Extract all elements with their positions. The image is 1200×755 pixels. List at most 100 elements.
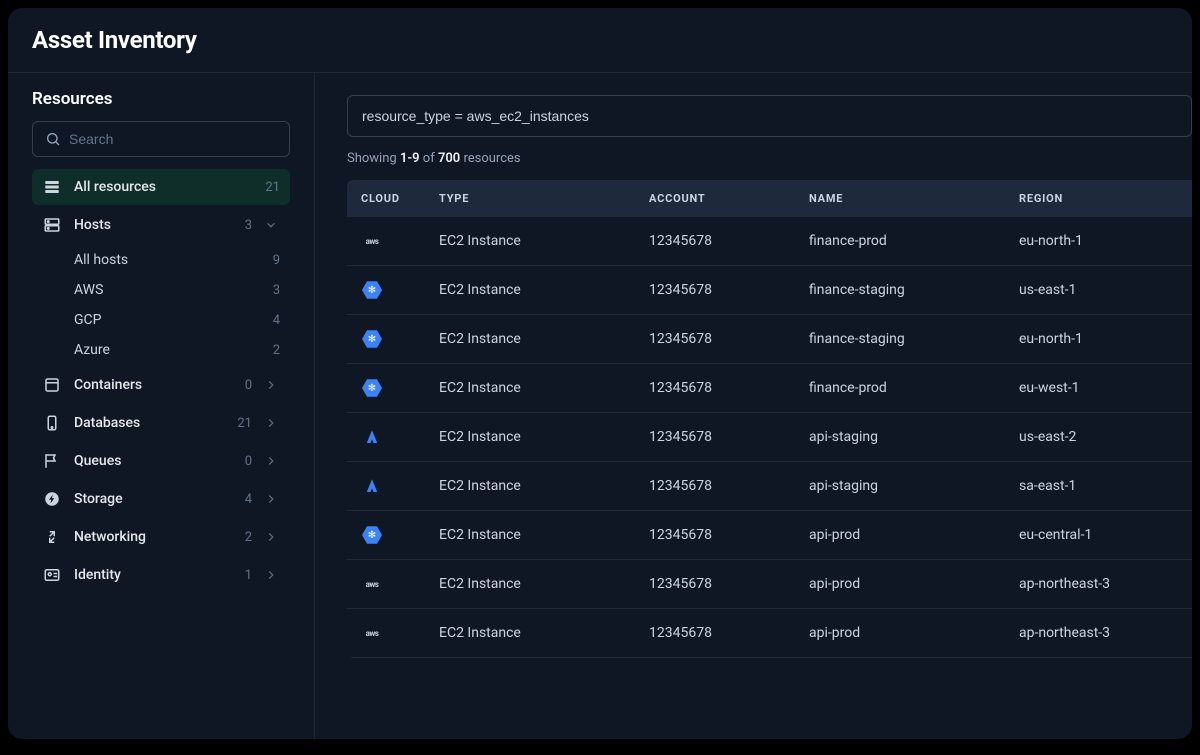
cell-name: finance-prod [809,233,1019,249]
cell-account: 12345678 [649,380,809,396]
cell-cloud: ✻ [361,279,439,301]
cell-region: us-east-2 [1019,429,1178,445]
nav-all-resources[interactable]: All resources 21 [32,169,290,205]
chevron-down-icon [264,218,280,232]
gcp-icon: ✻ [361,328,383,350]
cell-name: api-prod [809,576,1019,592]
nav-containers[interactable]: Containers 0 [32,367,290,403]
nav-databases[interactable]: Databases 21 [32,405,290,441]
table-row[interactable]: EC2 Instance12345678api-stagingus-east-2 [347,413,1192,462]
nav-sub-aws[interactable]: AWS 3 [32,275,290,305]
sidebar-nav: All resources 21 Hosts 3 All hosts [32,169,290,593]
cell-type: EC2 Instance [439,282,649,298]
id-icon [42,565,62,585]
nav-identity[interactable]: Identity 1 [32,557,290,593]
cell-name: api-staging [809,429,1019,445]
col-account: ACCOUNT [649,192,809,205]
nav-networking[interactable]: Networking 2 [32,519,290,555]
table-row[interactable]: EC2 Instance12345678api-stagingsa-east-1 [347,462,1192,511]
nav-count: 3 [245,218,252,233]
table-row[interactable]: awsEC2 Instance12345678api-prodap-northe… [347,560,1192,609]
nav-sub-azure[interactable]: Azure 2 [32,335,290,365]
cell-account: 12345678 [649,576,809,592]
cell-account: 12345678 [649,331,809,347]
sidebar: Resources All resources 21 [8,73,315,739]
bolt-icon [42,489,62,509]
cell-account: 12345678 [649,625,809,641]
sidebar-search[interactable] [32,121,290,157]
cell-type: EC2 Instance [439,478,649,494]
gcp-icon: ✻ [361,377,383,399]
nav-count: 21 [265,180,280,195]
search-input[interactable] [69,131,277,147]
cell-account: 12345678 [649,429,809,445]
table-header: CLOUD TYPE ACCOUNT NAME REGION [347,180,1192,217]
gcp-icon: ✻ [361,279,383,301]
cell-account: 12345678 [649,478,809,494]
resources-table: CLOUD TYPE ACCOUNT NAME REGION awsEC2 In… [347,180,1192,658]
gcp-icon: ✻ [361,524,383,546]
cell-type: EC2 Instance [439,576,649,592]
nav-storage[interactable]: Storage 4 [32,481,290,517]
filter-input[interactable] [347,95,1192,137]
table-row[interactable]: ✻EC2 Instance12345678finance-stagingus-e… [347,266,1192,315]
azure-icon [361,475,383,497]
chevron-right-icon [264,416,280,430]
cell-name: api-prod [809,625,1019,641]
table-row[interactable]: ✻ EC2 Instance12345678finance-prodeu-west… [347,364,1192,413]
nav-sub-all-hosts[interactable]: All hosts 9 [32,245,290,275]
cell-account: 12345678 [649,233,809,249]
azure-icon [361,426,383,448]
cell-account: 12345678 [649,282,809,298]
nav-label: All resources [74,179,253,195]
cell-type: EC2 Instance [439,331,649,347]
nav-label: Hosts [74,217,233,233]
results-count: Showing 1-9 of 700 resources [347,151,1192,166]
cell-name: finance-staging [809,331,1019,347]
aws-icon: aws [361,230,383,252]
cell-cloud: ✻ [361,328,439,350]
page-title: Asset Inventory [32,26,1168,54]
chevron-right-icon [264,378,280,392]
table-row[interactable]: ✻EC2 Instance12345678api-prodeu-central-… [347,511,1192,560]
chevron-right-icon [264,568,280,582]
table-row[interactable]: awsEC2 Instance12345678api-prodap-northe… [347,609,1192,658]
cell-cloud: ✻ [361,524,439,546]
server-icon [42,215,62,235]
cell-cloud [361,426,439,448]
database-icon [42,413,62,433]
cell-region: eu-central-1 [1019,527,1178,543]
box-icon [42,375,62,395]
nav-queues[interactable]: Queues 0 [32,443,290,479]
cell-cloud: aws [361,230,439,252]
cell-name: api-prod [809,527,1019,543]
cell-type: EC2 Instance [439,429,649,445]
nav-hosts[interactable]: Hosts 3 [32,207,290,243]
table-row[interactable]: awsEC2 Instance12345678finance-prodeu-no… [347,217,1192,266]
search-icon [45,131,61,147]
cell-cloud: aws [361,622,439,644]
cell-account: 12345678 [649,527,809,543]
nav-sub-gcp[interactable]: GCP 4 [32,305,290,335]
cell-name: finance-prod [809,380,1019,396]
sidebar-title: Resources [32,89,290,109]
col-cloud: CLOUD [361,192,439,205]
cell-type: EC2 Instance [439,233,649,249]
col-region: REGION [1019,192,1178,205]
chevron-right-icon [264,492,280,506]
col-type: TYPE [439,192,649,205]
cell-region: sa-east-1 [1019,478,1178,494]
cell-region: eu-west-1 [1019,380,1178,396]
cell-type: EC2 Instance [439,380,649,396]
table-row[interactable]: ✻ EC2 Instance12345678finance-stagingeu-n… [347,315,1192,364]
col-name: NAME [809,192,1019,205]
network-icon [42,527,62,547]
cell-region: us-east-1 [1019,282,1178,298]
cell-cloud: ✻ [361,377,439,399]
cell-cloud [361,475,439,497]
cell-region: eu-north-1 [1019,331,1178,347]
cell-cloud: aws [361,573,439,595]
cell-region: ap-northeast-3 [1019,576,1178,592]
aws-icon: aws [361,622,383,644]
main-content: Showing 1-9 of 700 resources CLOUD TYPE … [315,73,1192,739]
